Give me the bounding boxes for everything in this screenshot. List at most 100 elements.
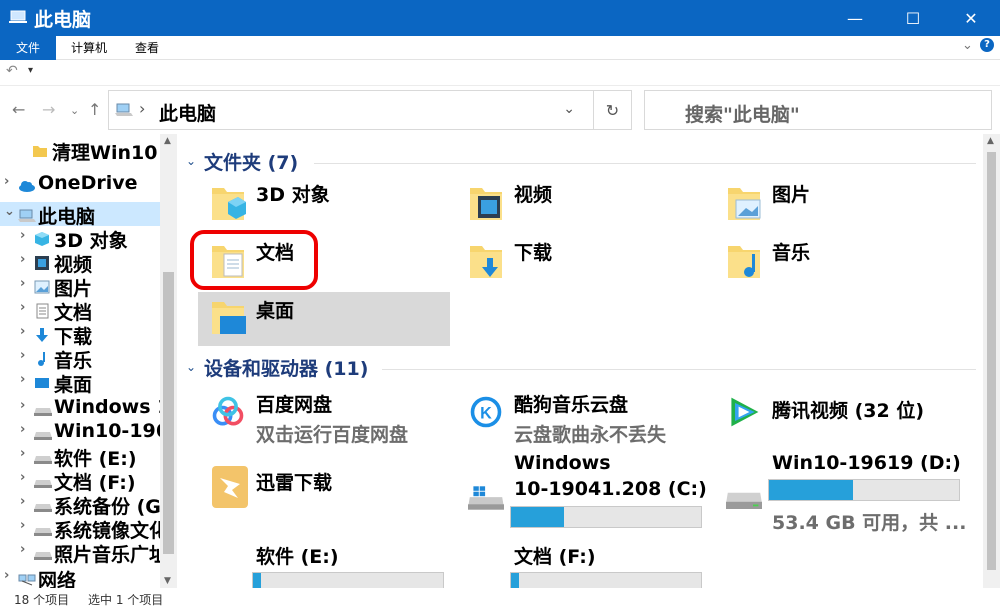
folders-group-header[interactable]: ⌄ 文件夹 (7) [186,148,976,178]
help-icon[interactable]: ? [980,38,994,52]
tab-file[interactable]: 文件 [0,36,56,60]
device-xunlei-download[interactable]: 迅雷下载 [198,464,450,524]
qat-dropdown-icon[interactable]: ▾ [28,65,33,76]
refresh-button[interactable]: ↻ [594,90,632,130]
devices-group-header[interactable]: ⌄ 设备和驱动器 (11) [186,354,976,384]
scroll-thumb[interactable] [163,272,174,554]
scroll-thumb[interactable] [987,152,996,570]
chevron-right-icon[interactable]: › [20,398,25,413]
folder-desktop[interactable]: 桌面 [198,292,450,346]
search-input[interactable]: 搜索"此电脑" [644,90,992,130]
maximize-button[interactable]: ☐ [884,0,942,36]
back-button[interactable]: ← [12,100,25,119]
address-bar[interactable]: › 此电脑 ⌄ [108,90,594,130]
folder-videos[interactable]: 视频 [456,178,708,232]
drive-icon [210,578,246,588]
folder-3d-objects[interactable]: 3D 对象 [198,178,450,232]
close-button[interactable]: ✕ [942,0,1000,36]
chevron-right-icon[interactable]: › [20,470,25,485]
collapse-chevron-icon[interactable]: ⌄ [186,154,196,168]
drive-name: Win10-19619 (D:) [772,452,961,474]
minimize-button[interactable]: — [826,0,884,36]
up-button[interactable]: ↑ [88,100,101,119]
window-title: 此电脑 [34,9,92,31]
drive-d[interactable]: Win10-19619 (D:) 53.4 GB 可用，共 ... [714,452,967,534]
folder-pictures[interactable]: 图片 [714,178,966,232]
drive-icon [726,492,762,509]
nav-item[interactable]: › 下载 [0,322,176,348]
nav-item-label: 系统备份 (G [54,496,161,518]
scroll-up-icon[interactable]: ▲ [987,136,994,146]
chevron-right-icon[interactable]: › [20,446,25,461]
nav-item[interactable]: › OneDrive [0,172,176,196]
nav-item[interactable]: › 文档 [0,298,176,324]
chevron-right-icon[interactable]: › [20,422,25,437]
device-kugou-cloud[interactable]: K 酷狗音乐云盘 云盘歌曲永不丢失 [456,388,708,446]
chevron-down-icon[interactable]: ⌄ [4,204,15,219]
drive-usage-bar [510,506,702,528]
device-tencent-video[interactable]: 腾讯视频 (32 位) [714,388,966,446]
nav-item[interactable]: › 文档 (F:) [0,468,176,494]
devices-group-label: 设备和驱动器 (11) [204,358,369,380]
drive-f[interactable]: 文档 (F:) [456,540,708,588]
device-description: 云盘歌曲永不丢失 [514,424,667,446]
undo-icon[interactable]: ↶ [6,63,18,79]
drive-icon [34,520,52,542]
chevron-right-icon[interactable]: › [20,228,25,243]
forward-button[interactable]: → [42,100,55,119]
status-bar: 18 个项目 选中 1 个项目 [0,588,1000,608]
nav-item[interactable]: › 图片 [0,274,176,300]
nav-item[interactable]: › Win10-196 [0,420,176,444]
breadcrumb[interactable]: 此电脑 [159,99,216,126]
tab-view[interactable]: 查看 [124,36,170,60]
drive-icon [34,544,52,566]
nav-item[interactable]: ⌄ 此电脑 [0,202,176,228]
chevron-right-icon[interactable]: › [20,276,25,291]
chevron-right-icon[interactable]: › [20,348,25,363]
address-dropdown-icon[interactable]: ⌄ [563,101,575,117]
nav-item[interactable]: › 桌面 [0,370,176,396]
chevron-right-icon[interactable]: › [20,300,25,315]
nav-item[interactable]: › 系统备份 (G [0,492,176,518]
ribbon-expand-icon[interactable]: ⌄ [962,38,973,53]
drive-e[interactable]: 软件 (E:) [198,540,450,588]
chevron-right-icon[interactable]: › [20,372,25,387]
chevron-right-icon[interactable]: › [20,518,25,533]
chevron-right-icon[interactable]: › [20,252,25,267]
nav-item[interactable]: › 系统镜像文化 [0,516,176,542]
nav-item[interactable]: › 软件 (E:) [0,444,176,470]
folder-downloads[interactable]: 下载 [456,236,708,290]
device-name: 迅雷下载 [256,472,333,494]
music-folder-icon [728,246,760,278]
chevron-right-icon[interactable]: › [4,568,9,583]
chevron-right-icon[interactable]: › [20,542,25,557]
drive-c[interactable]: Windows 10-19041.208 (C:) [456,452,708,532]
address-row: ← → ⌄ ↑ › 此电脑 ⌄ ↻ 搜索"此电脑" [0,86,1000,134]
nav-scrollbar[interactable]: ▲ ▼ [160,134,177,588]
collapse-chevron-icon[interactable]: ⌄ [186,360,196,374]
nav-item[interactable]: › Windows 1 [0,396,176,420]
nav-item[interactable]: › 照片音乐广址 [0,540,176,566]
drive-usage-fill [769,480,853,500]
drive-name-line1: Windows [514,452,611,474]
nav-item-label: OneDrive [38,172,138,194]
scroll-up-icon[interactable]: ▲ [164,136,171,146]
folder-music[interactable]: 音乐 [714,236,966,290]
tab-computer[interactable]: 计算机 [62,36,116,60]
nav-item[interactable]: 清理Win10 [0,138,176,164]
3d-objects-folder-icon [212,188,246,220]
nav-item[interactable]: › 音乐 [0,346,176,372]
nav-item[interactable]: › 3D 对象 [0,226,176,252]
device-baidu-netdisk[interactable]: 百度网盘 双击运行百度网盘 [198,388,450,446]
recent-dropdown-button[interactable]: ⌄ [70,104,79,117]
nav-item[interactable]: › 网络 [0,566,176,588]
scroll-down-icon[interactable]: ▼ [164,576,171,586]
chevron-right-icon[interactable]: › [20,324,25,339]
chevron-right-icon[interactable]: › [4,174,9,189]
folder-name: 图片 [772,184,811,206]
nav-item-label: 桌面 [54,374,93,396]
nav-item[interactable]: › 视频 [0,250,176,276]
content-scrollbar[interactable]: ▲ [983,134,1000,588]
drive-free-space: 53.4 GB 可用，共 ... [772,512,967,534]
chevron-right-icon[interactable]: › [20,494,25,509]
